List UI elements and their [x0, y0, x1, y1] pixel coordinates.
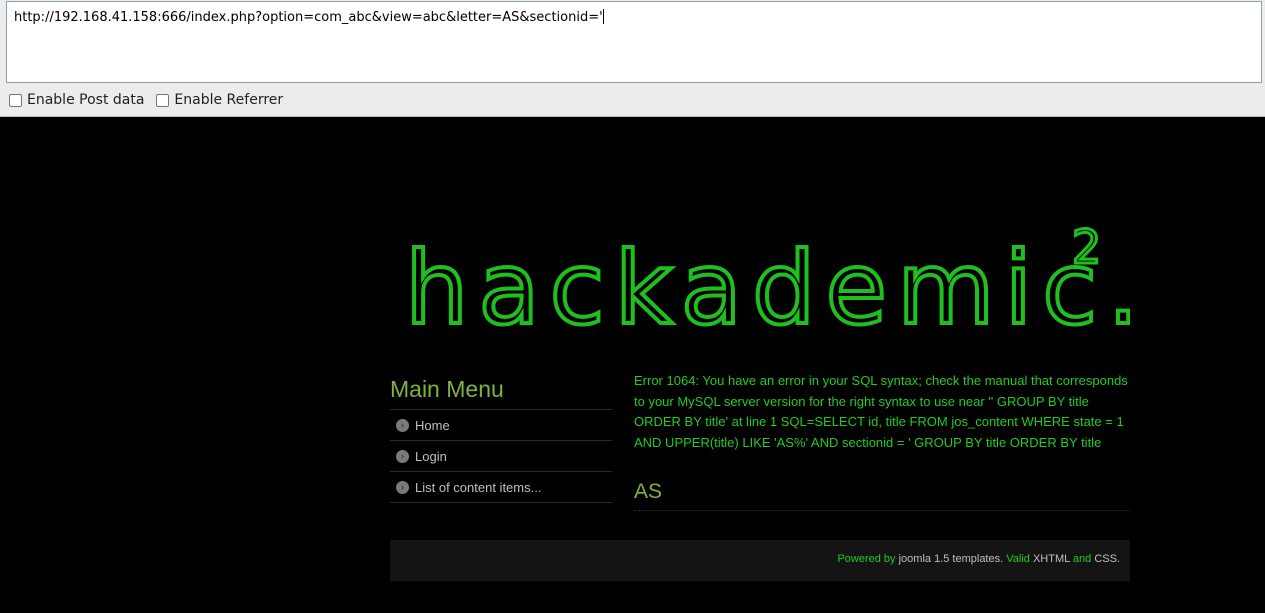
- sql-error-message: Error 1064: You have an error in your SQ…: [634, 373, 1128, 450]
- main-menu-title: Main Menu: [390, 376, 504, 402]
- powered-by-text: Powered by: [837, 553, 896, 565]
- hackbar-options: Enable Post data Enable Referrer: [9, 92, 295, 108]
- valid-text: Valid: [1006, 553, 1030, 565]
- divider: [634, 510, 1130, 511]
- and-text: and: [1072, 553, 1092, 565]
- joomla-link[interactable]: joomla 1.5 templates.: [899, 553, 1004, 565]
- footer-text: Powered by joomla 1.5 templates. Valid X…: [837, 553, 1120, 565]
- site-logo: hackademic.RTB 2: [403, 219, 1130, 350]
- footer: Powered by joomla 1.5 templates. Valid X…: [390, 540, 1130, 581]
- menu-item-content-list[interactable]: › List of content items...: [390, 472, 612, 503]
- menu-item-label: Home: [415, 417, 450, 433]
- main-menu: › Home › Login › List of content items..…: [390, 409, 612, 503]
- hackbar-toolbar: http://192.168.41.158:666/index.php?opti…: [0, 0, 1265, 117]
- menu-item-label: List of content items...: [415, 479, 542, 495]
- url-text: http://192.168.41.158:666/index.php?opti…: [14, 10, 603, 25]
- text-caret: [602, 9, 604, 24]
- result-heading: AS: [634, 480, 663, 503]
- chevron-right-icon: ›: [396, 480, 409, 494]
- chevron-right-icon: ›: [396, 449, 409, 463]
- css-link[interactable]: CSS.: [1094, 553, 1120, 565]
- menu-item-label: Login: [415, 448, 447, 464]
- menu-item-home[interactable]: › Home: [390, 410, 612, 441]
- enable-referrer-checkbox[interactable]: [156, 93, 170, 107]
- enable-post-data-option[interactable]: Enable Post data: [9, 92, 144, 108]
- menu-item-login[interactable]: › Login: [390, 441, 612, 472]
- chevron-right-icon: ›: [396, 418, 409, 432]
- enable-referrer-option[interactable]: Enable Referrer: [156, 92, 283, 108]
- enable-post-data-checkbox[interactable]: [9, 93, 22, 107]
- enable-referrer-label: Enable Referrer: [174, 92, 284, 108]
- url-textarea[interactable]: http://192.168.41.158:666/index.php?opti…: [6, 1, 1262, 83]
- xhtml-link[interactable]: XHTML: [1033, 553, 1070, 565]
- logo-superscript: 2: [1072, 220, 1101, 274]
- logo-text: hackademic.RTB: [405, 230, 1130, 347]
- enable-post-data-label: Enable Post data: [27, 92, 145, 108]
